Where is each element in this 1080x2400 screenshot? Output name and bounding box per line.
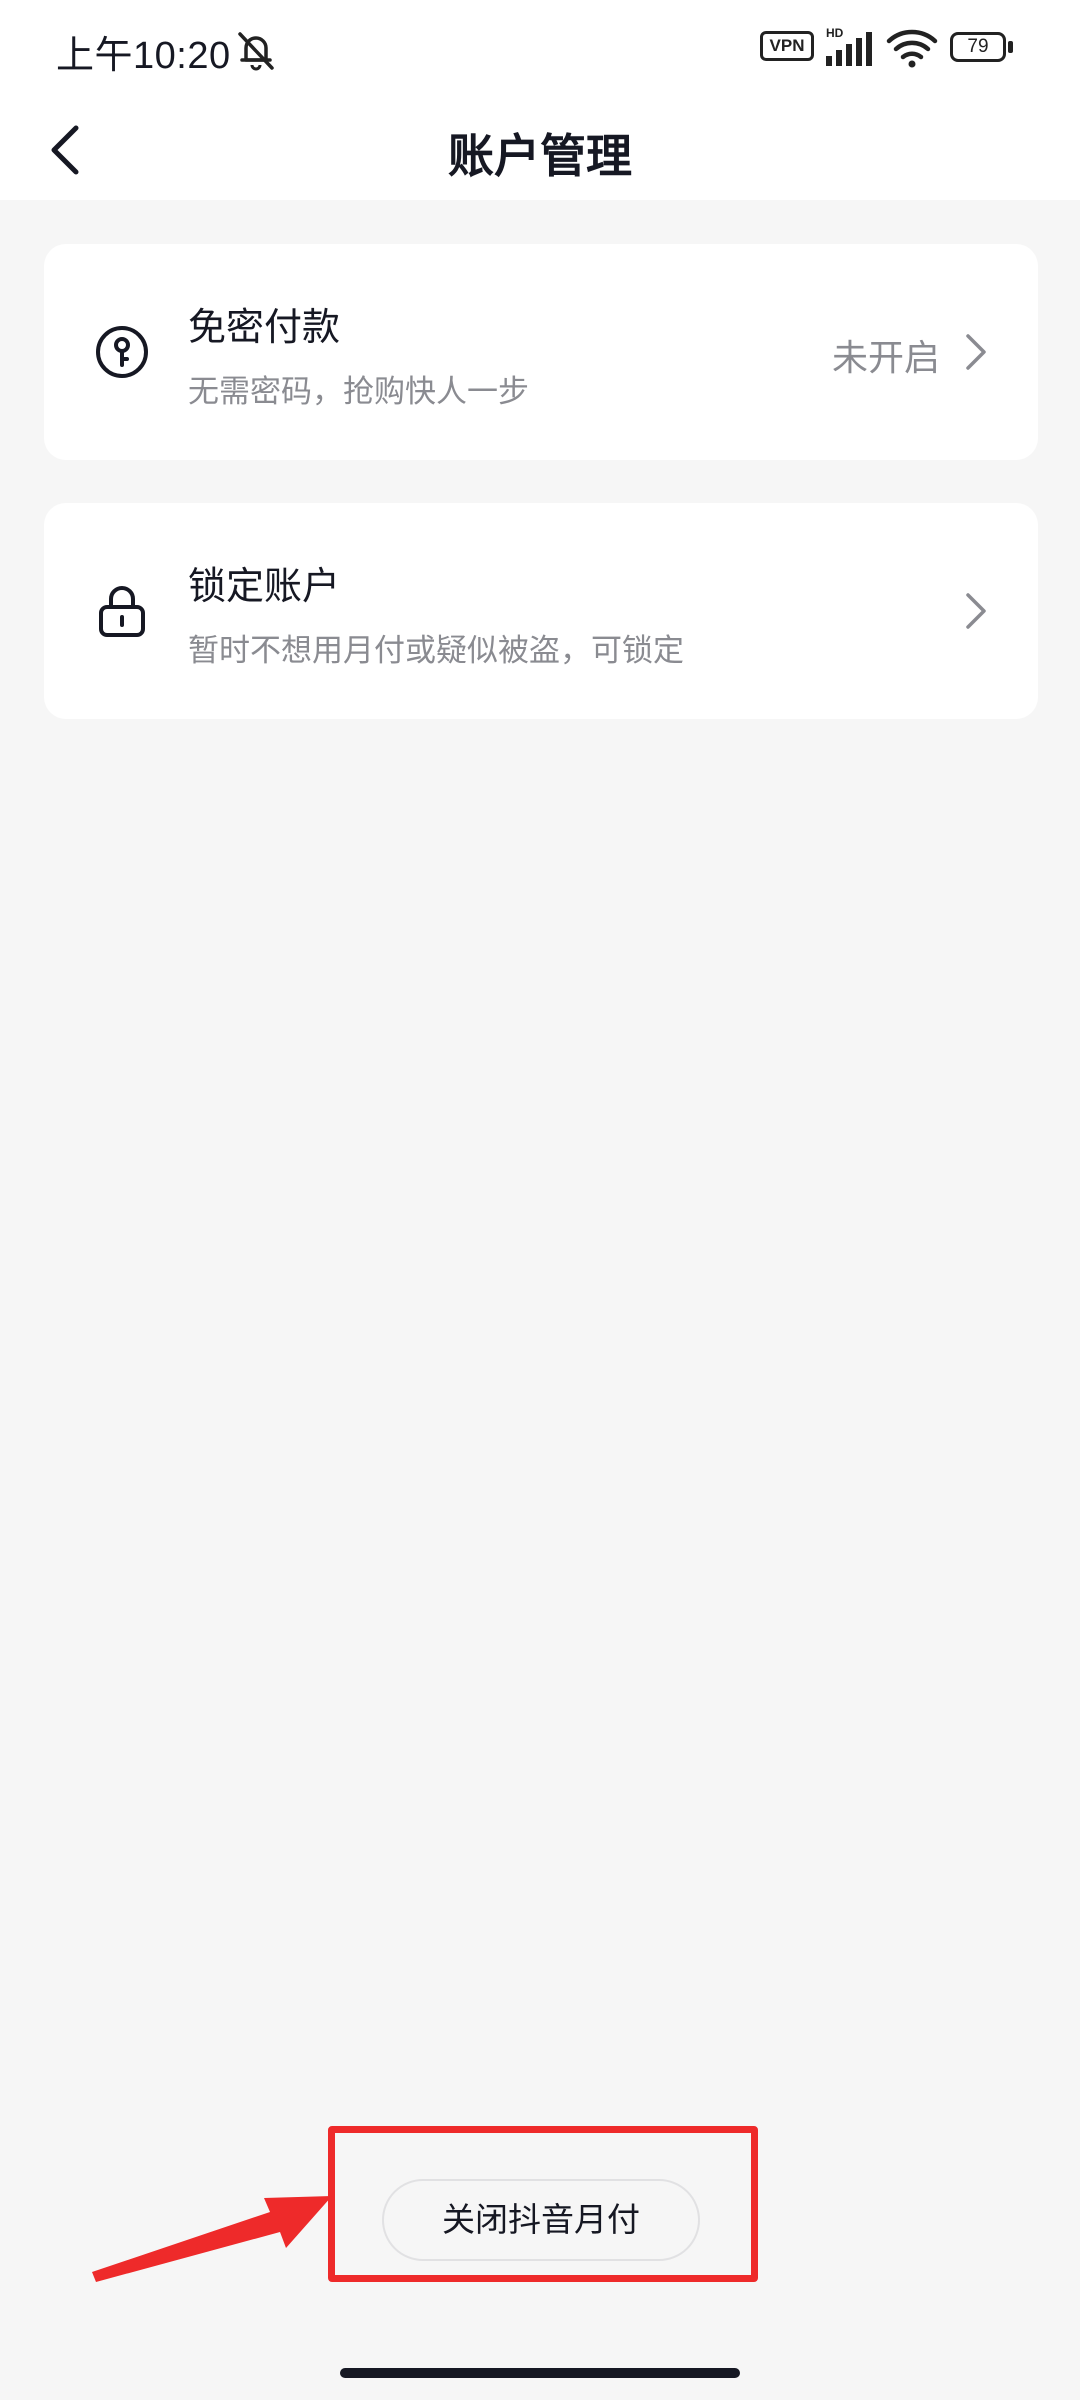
- battery-indicator: 79: [950, 32, 1014, 62]
- vpn-badge: VPN: [760, 31, 814, 61]
- network-type-label: HD: [826, 26, 844, 40]
- navigation-bar: 账户管理: [0, 100, 1080, 200]
- lock-icon: [99, 586, 145, 637]
- password-free-payment-item[interactable]: 免密付款 无需密码，抢购快人一步 未开启: [44, 244, 1038, 460]
- chevron-right-icon: [966, 593, 986, 629]
- chevron-right-icon: [966, 334, 986, 370]
- home-indicator[interactable]: [340, 2368, 740, 2378]
- password-free-title: 免密付款: [188, 305, 341, 349]
- annotation-highlight-box: [328, 2126, 758, 2282]
- password-free-key-icon: [96, 326, 148, 378]
- mute-notifications-icon: [238, 32, 274, 71]
- lock-account-description: 暂时不想用月付或疑似被盗，可锁定: [188, 633, 684, 669]
- annotation-arrow-icon: [92, 2196, 332, 2282]
- password-free-description: 无需密码，抢购快人一步: [188, 374, 529, 410]
- page-title: 账户管理: [448, 129, 632, 183]
- battery-level: 79: [950, 32, 1006, 62]
- battery-tip: [1008, 41, 1013, 53]
- cellular-signal-icon: HD: [826, 26, 872, 66]
- status-time: 上午10:20: [56, 35, 231, 77]
- lock-account-item[interactable]: 锁定账户 暂时不想用月付或疑似被盗，可锁定: [44, 503, 1038, 719]
- password-free-status: 未开启: [831, 338, 940, 379]
- status-bar: 上午10:20 VPN HD 79: [0, 0, 1080, 100]
- lock-account-title: 锁定账户: [188, 564, 341, 608]
- wifi-icon: [886, 29, 938, 68]
